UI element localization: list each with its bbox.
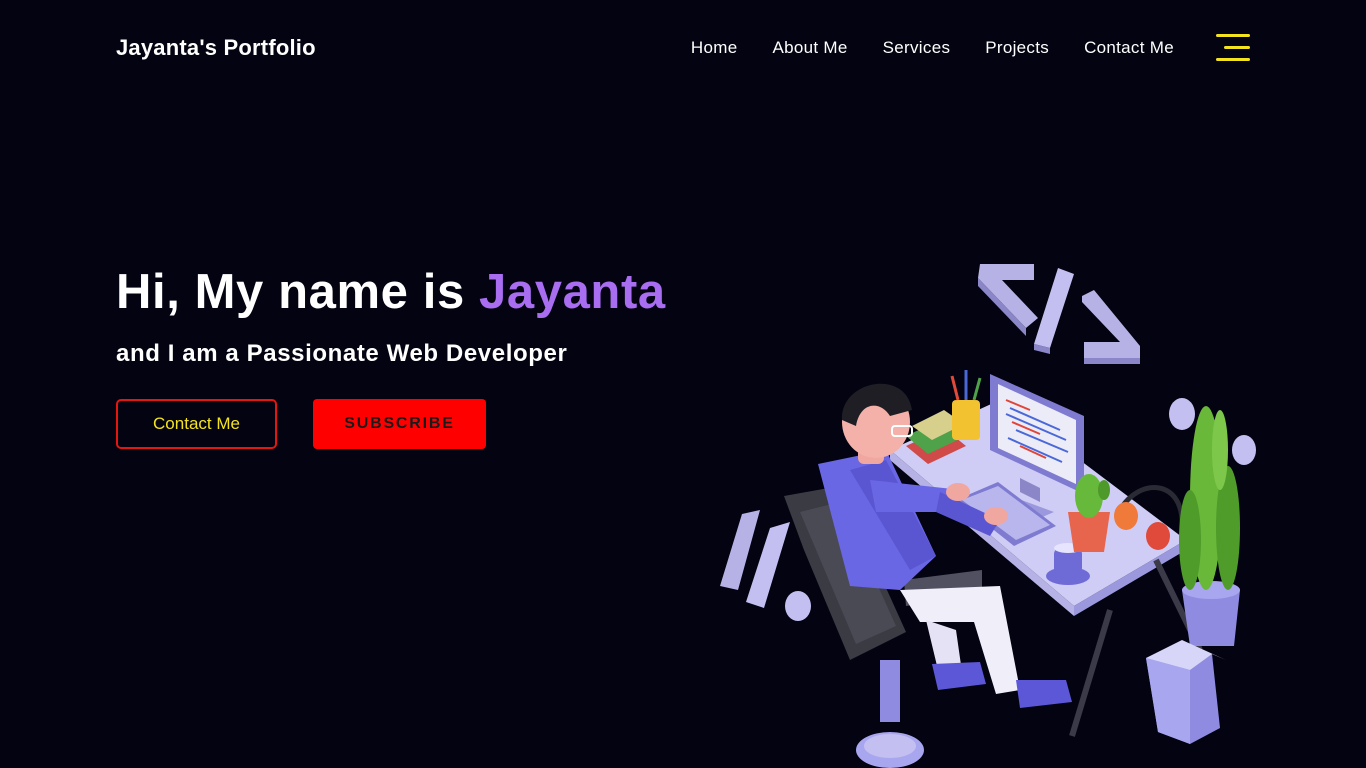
code-symbol-icon <box>978 264 1140 364</box>
pen-cup <box>950 370 982 440</box>
subscribe-button[interactable]: SUBSCRIBE <box>313 399 486 449</box>
potted-plant <box>1179 406 1240 646</box>
navbar: Jayanta's Portfolio Home About Me Servic… <box>0 0 1366 97</box>
nav-link-services[interactable]: Services <box>883 38 951 58</box>
menu-line-bottom <box>1216 58 1250 61</box>
nav-link-about-me[interactable]: About Me <box>772 38 847 58</box>
hero-title: Hi, My name is Jayanta <box>116 264 666 320</box>
hamburger-menu-icon[interactable] <box>1214 34 1250 64</box>
hero-subtitle: and I am a Passionate Web Developer <box>116 340 568 367</box>
menu-line-top <box>1216 34 1250 37</box>
nav-link-home[interactable]: Home <box>691 38 738 58</box>
nav-link-contact-me[interactable]: Contact Me <box>1084 38 1174 58</box>
portfolio-page: Jayanta's Portfolio Home About Me Servic… <box>0 0 1366 768</box>
trash-bin <box>1146 640 1226 744</box>
hero-title-name: Jayanta <box>479 265 666 319</box>
menu-line-middle <box>1224 46 1250 49</box>
nav-links: Home About Me Services Projects Contact … <box>656 38 1174 58</box>
nav-link-projects[interactable]: Projects <box>985 38 1049 58</box>
contact-me-button[interactable]: Contact Me <box>116 399 277 449</box>
brand-logo-text[interactable]: Jayanta's Portfolio <box>116 35 316 61</box>
developer-at-desk-illustration <box>720 264 1256 768</box>
hero-title-prefix: Hi, My name is <box>116 265 480 319</box>
